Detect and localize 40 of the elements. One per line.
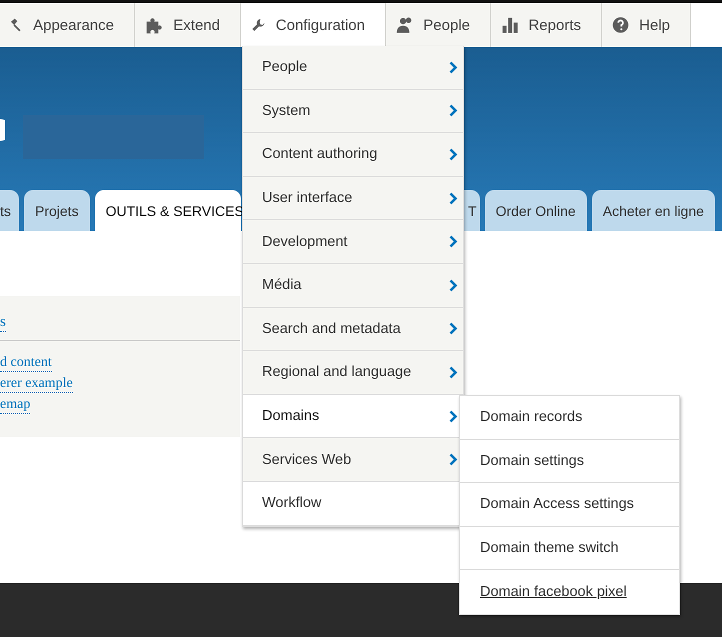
chevron-right-icon <box>449 192 458 205</box>
section-link[interactable]: s <box>0 314 6 332</box>
submenu-item[interactable]: Domain facebook pixel <box>460 570 679 614</box>
chevron-right-icon <box>449 104 458 118</box>
submenu-item[interactable]: Domain records <box>460 396 679 440</box>
nav-tab[interactable]: Order Online <box>484 190 587 231</box>
menu-item[interactable]: Regional and language <box>243 351 463 395</box>
submenu-item[interactable]: Domain settings <box>460 440 679 484</box>
nav-tab[interactable]: Projets <box>24 190 90 231</box>
menu-item[interactable]: Search and metadata <box>243 308 463 352</box>
toolbar-tab[interactable]: Configuration <box>241 3 386 47</box>
content-link[interactable]: d content <box>0 355 52 372</box>
help-icon <box>612 14 630 36</box>
content-link[interactable]: erer example <box>0 376 73 393</box>
chevron-right-icon <box>449 453 458 466</box>
toolbar-tab[interactable]: Appearance <box>0 3 135 47</box>
chevron-right-icon <box>449 235 458 248</box>
toolbar-tab[interactable]: Reports <box>491 3 602 47</box>
menu-item[interactable]: Development <box>243 220 463 264</box>
chevron-right-icon <box>449 410 458 423</box>
menu-item[interactable]: Média <box>243 264 463 308</box>
nav-tab[interactable]: ts <box>0 190 19 231</box>
menu-item[interactable]: User interface <box>243 176 463 220</box>
chevron-right-icon <box>449 366 458 379</box>
content-link[interactable]: emap <box>0 397 30 414</box>
submenu-item[interactable]: Domain Access settings <box>460 483 679 527</box>
nav-tab[interactable]: T <box>464 190 480 231</box>
chevron-right-icon <box>449 278 458 292</box>
menu-item[interactable]: People <box>243 46 463 90</box>
logo-icon <box>0 119 5 141</box>
toolbar-tab[interactable]: Help <box>602 3 691 47</box>
chevron-right-icon <box>449 322 458 336</box>
toolbar-tab[interactable]: People <box>386 3 491 47</box>
menu-item[interactable]: Content authoring <box>243 133 463 177</box>
nav-tab[interactable]: Acheter en ligne <box>592 190 715 231</box>
toolbar-tab[interactable]: Extend <box>135 3 241 47</box>
chevron-right-icon <box>449 148 458 161</box>
submenu-item[interactable]: Domain theme switch <box>460 526 679 570</box>
menu-item[interactable]: System <box>243 90 463 134</box>
chevron-right-icon <box>449 60 458 74</box>
